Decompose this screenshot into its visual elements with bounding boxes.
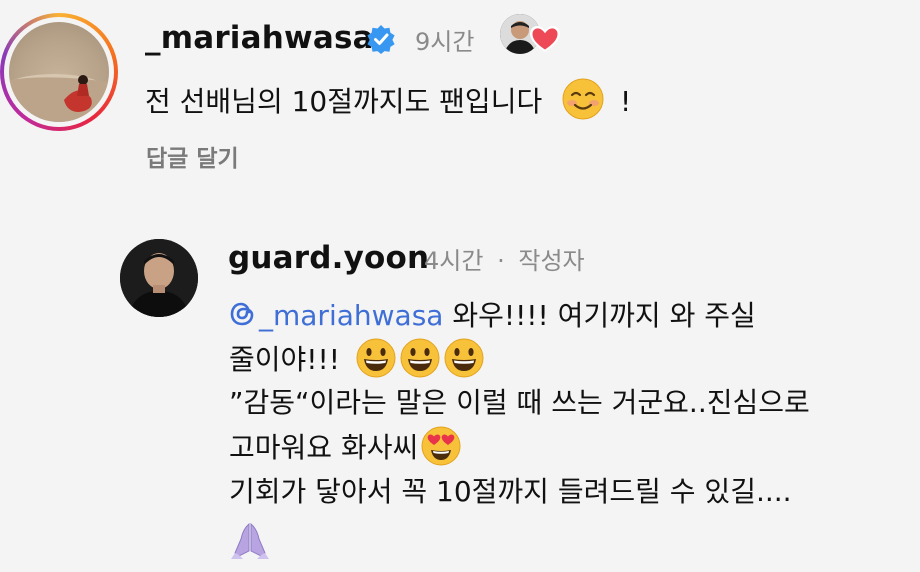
comment-username[interactable]: _mariahwasa [145, 20, 374, 56]
reply-line-2: 줄이야!!! [229, 337, 485, 381]
reply-line-1: _mariahwasa 와우!!!! 여기까지 와 주실 [229, 294, 756, 337]
reply-timestamp: 4시간 [424, 247, 484, 275]
commenter-avatar-ring[interactable] [0, 13, 118, 131]
comment-text: 전 선배님의 10절까지도 팬입니다 ! [145, 77, 631, 123]
meta-separator: · [497, 247, 505, 275]
verified-badge-icon [367, 25, 395, 54]
grinning-face-emoji [444, 338, 484, 378]
guard-yoon-avatar[interactable] [120, 239, 198, 317]
reply-meta: 4시간 · 작성자 [424, 241, 585, 276]
reply-line-3: ”감동“이라는 말은 이럴 때 쓰는 거군요..진심으로 [229, 386, 810, 419]
heart-eyes-emoji [421, 426, 461, 466]
grinning-face-emoji [400, 338, 440, 378]
reply-username[interactable]: guard.yoon [228, 240, 429, 276]
reply-line-5: 기회가 닿아서 꼭 10절까지 들려드릴 수 있길.... [229, 475, 792, 508]
comment-timestamp: 9시간 [415, 28, 475, 56]
mention-link[interactable]: _mariahwasa [229, 299, 443, 332]
reply-line-4: 고마워요 화사씨 [229, 425, 462, 469]
author-tag: 작성자 [518, 247, 585, 275]
folded-hands-emoji [231, 522, 269, 559]
smiling-face-emoji [562, 78, 604, 120]
threads-icon [230, 302, 254, 326]
reply-button[interactable]: 답글 달기 [146, 139, 239, 173]
mariahwasa-avatar [9, 22, 109, 122]
grinning-face-emoji [356, 338, 396, 378]
liked-by-author-heart-icon [530, 26, 560, 52]
